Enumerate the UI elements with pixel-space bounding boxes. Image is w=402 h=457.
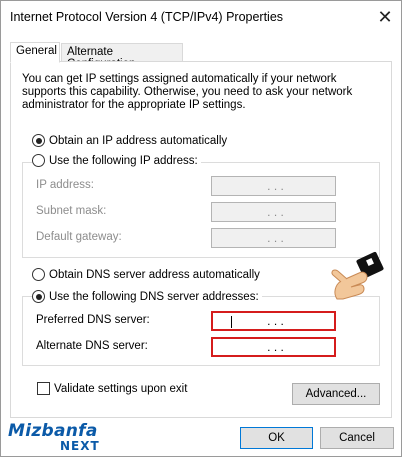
obtain-ip-auto-radio[interactable]: Obtain an IP address automatically bbox=[32, 134, 231, 147]
use-following-dns-label: Use the following DNS server addresses: bbox=[49, 290, 259, 303]
use-following-ip-radio[interactable]: Use the following IP address: bbox=[32, 154, 201, 167]
obtain-dns-auto-radio[interactable]: Obtain DNS server address automatically bbox=[32, 268, 263, 281]
alternate-dns-label: Alternate DNS server: bbox=[36, 340, 148, 352]
preferred-dns-value: . . . bbox=[267, 314, 284, 328]
tab-general[interactable]: General bbox=[10, 42, 60, 63]
radio-indicator bbox=[32, 154, 45, 167]
logo-text-secondary: NEXT bbox=[60, 439, 100, 453]
text-caret bbox=[231, 316, 232, 328]
title-bar: Internet Protocol Version 4 (TCP/IPv4) P… bbox=[1, 1, 401, 34]
close-icon: ✕ bbox=[377, 6, 393, 27]
checkbox-indicator bbox=[37, 382, 50, 395]
window-title: Internet Protocol Version 4 (TCP/IPv4) P… bbox=[10, 10, 284, 24]
radio-indicator bbox=[32, 268, 45, 281]
advanced-button[interactable]: Advanced... bbox=[292, 383, 380, 405]
ok-button[interactable]: OK bbox=[240, 427, 313, 449]
preferred-dns-label: Preferred DNS server: bbox=[36, 314, 150, 326]
default-gateway-input: . . . bbox=[211, 228, 336, 248]
obtain-ip-auto-label: Obtain an IP address automatically bbox=[49, 134, 228, 147]
dialog-window: Internet Protocol Version 4 (TCP/IPv4) P… bbox=[0, 0, 402, 457]
pointing-hand-icon bbox=[331, 251, 384, 300]
preferred-dns-input[interactable]: . . . bbox=[211, 311, 336, 331]
alternate-dns-input[interactable]: . . . bbox=[211, 337, 336, 357]
use-following-dns-radio[interactable]: Use the following DNS server addresses: bbox=[32, 290, 262, 303]
intro-text: You can get IP settings assigned automat… bbox=[22, 73, 353, 111]
close-button[interactable]: ✕ bbox=[371, 4, 399, 30]
ip-address-input: . . . bbox=[211, 176, 336, 196]
logo-text-primary: Mizbanfa bbox=[8, 421, 98, 441]
mizbanfa-logo: Mizbanfa NEXT bbox=[8, 421, 113, 455]
validate-settings-label: Validate settings upon exit bbox=[54, 382, 188, 395]
default-gateway-label: Default gateway: bbox=[36, 231, 122, 243]
ip-address-value: . . . bbox=[267, 179, 284, 193]
subnet-mask-value: . . . bbox=[267, 205, 284, 219]
validate-settings-checkbox[interactable]: Validate settings upon exit bbox=[37, 382, 187, 395]
obtain-dns-auto-label: Obtain DNS server address automatically bbox=[49, 268, 260, 281]
default-gateway-value: . . . bbox=[267, 231, 284, 245]
subnet-mask-input: . . . bbox=[211, 202, 336, 222]
radio-indicator bbox=[32, 134, 45, 147]
use-following-ip-label: Use the following IP address: bbox=[49, 154, 198, 167]
alternate-dns-value: . . . bbox=[267, 340, 284, 354]
ip-address-label: IP address: bbox=[36, 179, 94, 191]
cancel-button[interactable]: Cancel bbox=[320, 427, 394, 449]
subnet-mask-label: Subnet mask: bbox=[36, 205, 107, 217]
tab-alternate-configuration[interactable]: Alternate Configuration bbox=[61, 43, 183, 70]
radio-indicator bbox=[32, 290, 45, 303]
